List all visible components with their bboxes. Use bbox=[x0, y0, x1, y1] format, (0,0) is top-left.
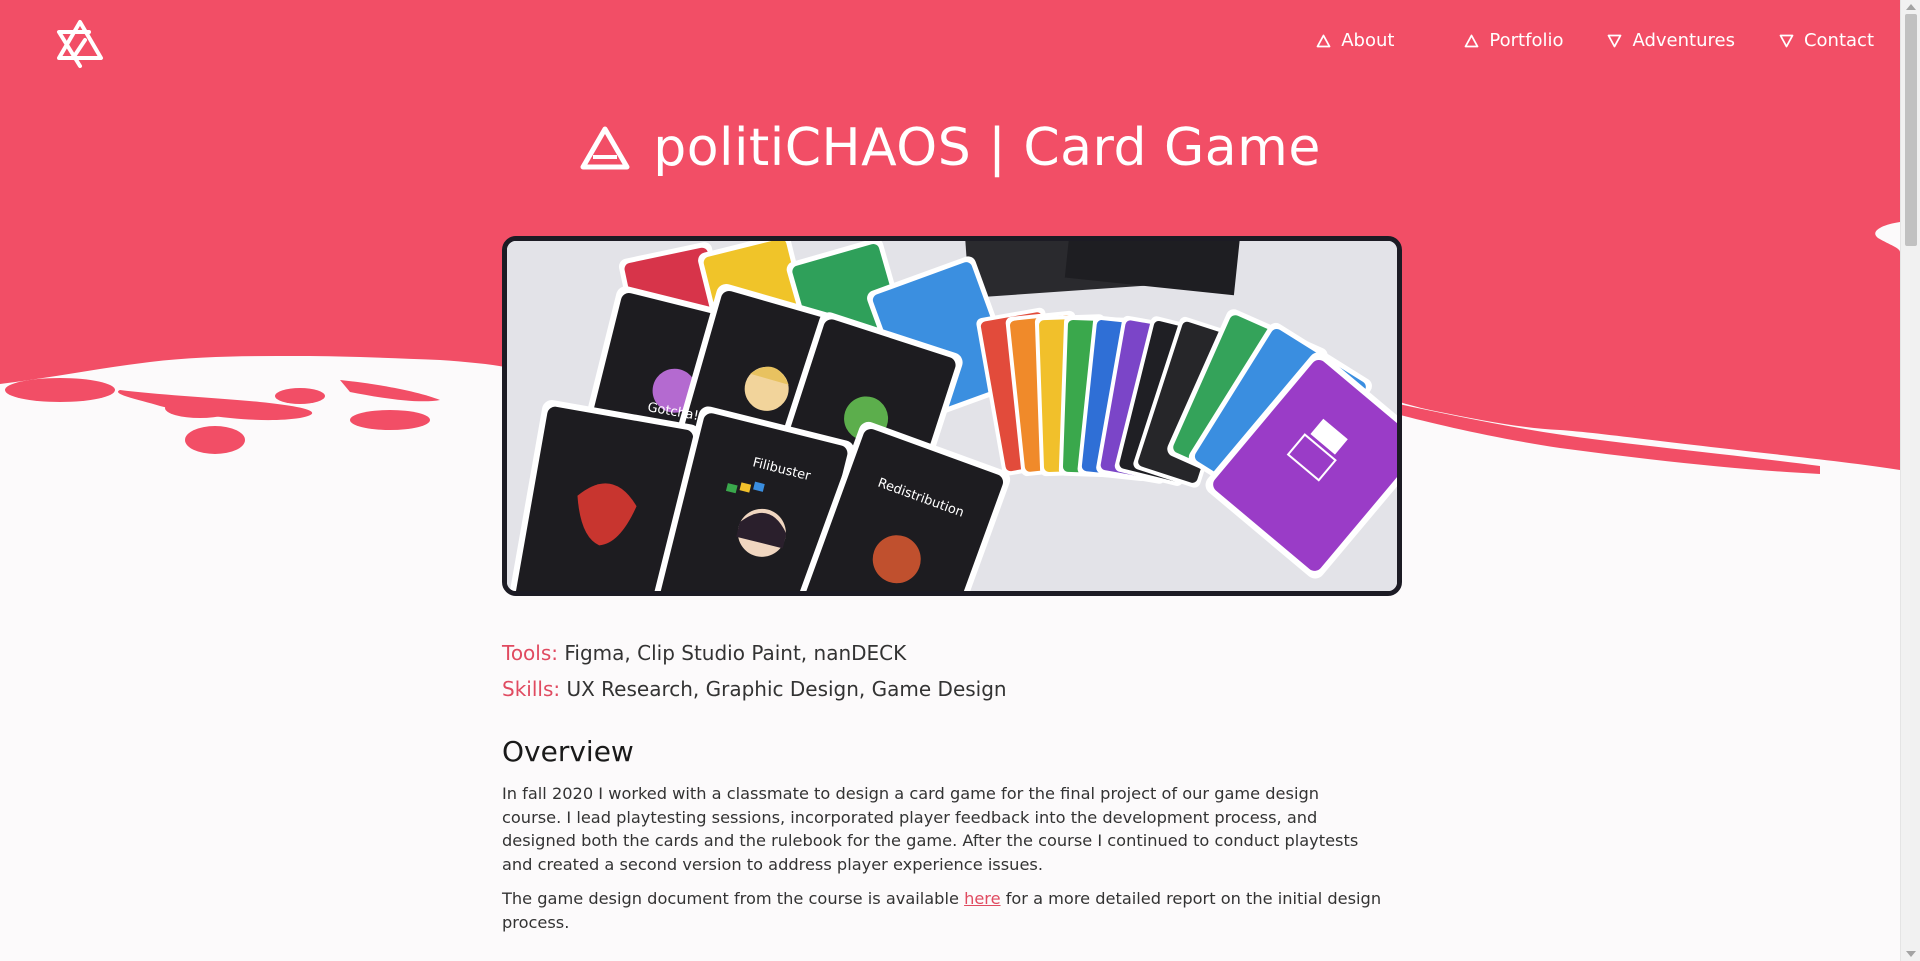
nav-about[interactable]: About bbox=[1316, 30, 1394, 51]
design-doc-text-before: The game design document from the course… bbox=[502, 889, 965, 908]
main-nav: About Portfolio Adventures Contact bbox=[1316, 30, 1874, 51]
logo-icon[interactable] bbox=[55, 18, 105, 70]
overview-heading: Overview bbox=[502, 735, 634, 768]
skills-label: Skills: bbox=[502, 677, 561, 701]
site-header: About Portfolio Adventures Contact bbox=[0, 0, 1900, 90]
page-scrollbar[interactable] bbox=[1900, 0, 1920, 961]
tools-label: Tools: bbox=[502, 641, 559, 665]
project-content: Tools: Figma, Clip Studio Paint, nanDECK… bbox=[502, 635, 1382, 945]
triangle-up-icon bbox=[1316, 34, 1331, 47]
tools-value: Figma, Clip Studio Paint, nanDECK bbox=[564, 641, 907, 665]
nav-about-label: About bbox=[1341, 30, 1395, 51]
triangle-up-icon bbox=[1465, 34, 1479, 47]
triangle-up-icon bbox=[580, 126, 630, 170]
title-row: politiCHAOS | Card Game bbox=[0, 118, 1900, 178]
skills-line: Skills: UX Research, Graphic Design, Gam… bbox=[502, 671, 1382, 707]
card-game-photo: Gotcha! Filibuster Redistribution bbox=[507, 241, 1397, 591]
nav-contact-label: Contact bbox=[1803, 30, 1874, 51]
nav-portfolio-label: Portfolio bbox=[1489, 30, 1564, 51]
scroll-down-arrow-icon[interactable] bbox=[1906, 951, 1916, 957]
nav-contact[interactable]: Contact bbox=[1779, 30, 1874, 51]
triangle-down-icon bbox=[1779, 34, 1794, 47]
design-doc-paragraph: The game design document from the course… bbox=[502, 887, 1382, 934]
design-doc-link[interactable]: here bbox=[964, 889, 1000, 908]
page-title: politiCHAOS | Card Game bbox=[653, 118, 1321, 178]
skills-value: UX Research, Graphic Design, Game Design bbox=[566, 677, 1007, 701]
nav-portfolio[interactable]: Portfolio bbox=[1464, 30, 1563, 51]
hero-image: Gotcha! Filibuster Redistribution bbox=[502, 236, 1402, 596]
overview-paragraph: In fall 2020 I worked with a classmate t… bbox=[502, 784, 1359, 874]
tools-line: Tools: Figma, Clip Studio Paint, nanDECK bbox=[502, 635, 1382, 671]
triangle-down-icon bbox=[1608, 34, 1622, 47]
nav-adventures[interactable]: Adventures bbox=[1607, 30, 1735, 51]
scroll-up-arrow-icon[interactable] bbox=[1906, 4, 1916, 10]
nav-adventures-label: Adventures bbox=[1632, 30, 1735, 51]
scrollbar-thumb[interactable] bbox=[1905, 14, 1917, 246]
